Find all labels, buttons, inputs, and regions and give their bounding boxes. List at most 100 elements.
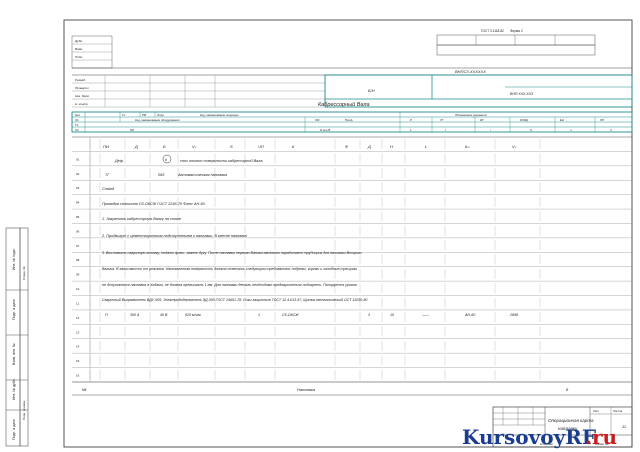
row-2-text: ТГ — [105, 173, 110, 177]
header-block: ГОСТ 3.1118-82 Форма 2 Дубл. Взам. Подл.… — [71, 29, 633, 108]
row-11-cell-9: АН-60 — [464, 313, 475, 317]
col-label-1: Д — [134, 144, 138, 149]
param-col-5: S — [530, 128, 532, 132]
row-9-text: не допускаются наплавка в Ходами, не дол… — [102, 283, 357, 287]
row-11-cell-10: 2898 — [509, 313, 518, 317]
sub-col-1: СМ — [315, 118, 320, 122]
sub-col-4: УТ — [440, 118, 444, 122]
row-number: 12 — [76, 316, 80, 320]
row-3-text: Станд — [102, 187, 114, 191]
stamp-title-1: Операционная карта — [548, 418, 594, 423]
row-number: 08 — [76, 258, 80, 262]
hdr-col-1: Уч. — [122, 113, 126, 117]
operation-grid: 01020304050607080910111213141516 — [72, 136, 632, 383]
row-number: 10 — [76, 287, 80, 291]
row-number: 15 — [76, 359, 80, 363]
param-col-1: D или В — [320, 128, 330, 132]
param-col-6: n — [570, 128, 572, 132]
row-11-cell-7: 10 — [390, 313, 394, 317]
binding-strip: Инв. № подл. Подп. и дата Взам. инв. № И… — [5, 227, 29, 447]
col-label-10: L — [425, 144, 427, 149]
row-11-cell-3: 625 м/час — [185, 313, 201, 317]
label-prover: Проверил — [75, 86, 89, 90]
stamp-sheet-label: Лист — [593, 409, 600, 413]
label-nach-buro: Нач. бюро — [75, 94, 89, 98]
param-col-7: V — [610, 128, 612, 132]
document-sheet: Инв. № подл. Подп. и дата Взам. инв. № И… — [5, 19, 633, 449]
param-col-3: t — [445, 128, 446, 132]
col-label-3: Vₙ — [192, 144, 197, 149]
row-11-cell-4: 1 — [258, 313, 260, 317]
row-5-text: 1. Закрепить кабрессорную Валку на стоке — [102, 217, 181, 221]
col-label-7: Ф — [345, 144, 349, 149]
side-label-0: Инв. № подл. — [12, 248, 16, 270]
row-11-cell-5: С5-ОКСЖ — [282, 313, 299, 317]
approval-rows: Разраб. Проверил Нач. бюро Н. контр. — [72, 75, 325, 108]
param-col-4: i — [490, 128, 491, 132]
part-name: Кабрессорный Вала — [318, 101, 370, 108]
col-label-0: ПИ — [103, 144, 109, 149]
row-number: 04 — [76, 201, 80, 205]
marker-2: О3 — [75, 128, 79, 132]
watermark-logo: KursovoyRF .ru — [462, 425, 617, 449]
row-11-cell-1: 300 А — [130, 313, 140, 317]
row-8-text: Валика. В зависимости от режимов. Наплав… — [102, 267, 358, 271]
col-label-9: Н — [390, 144, 393, 149]
sub-col-0: Код, наименование оборудования — [135, 118, 180, 122]
side-label-2: Взам. инв. № — [12, 343, 16, 365]
sub-col-8: ОП — [600, 118, 604, 122]
label-podl: Подл. — [75, 55, 83, 59]
row-number: 14 — [76, 345, 80, 349]
watermark-text-b: .ru — [585, 425, 617, 449]
row-contents: Деф 6 снос отклон поверхности кабрессорн… — [101, 154, 518, 317]
label-dubl: Дубл. — [74, 39, 83, 43]
side-label-1: Подп. и дата — [12, 299, 16, 320]
side-label-3: Инв. № дубл. — [12, 378, 16, 400]
row-number: 07 — [76, 244, 80, 248]
form-label: Форма 2 — [510, 29, 523, 33]
col-label-2: Б — [163, 144, 166, 149]
sheet-code: ВНП.ХХХ.ХХХ — [510, 92, 534, 96]
param-col-2: L — [410, 128, 412, 132]
row-number: 13 — [76, 330, 80, 334]
row-1-text: Деф — [114, 159, 124, 163]
column-header-band: Цех Уч. РМ Опер. Код, наименование опера… — [71, 111, 633, 133]
row-7-text: 3. Выставить сварочную головку, подать ф… — [102, 251, 362, 255]
marker-1: Т2 — [75, 123, 79, 127]
col-label-11: Кₘ — [465, 144, 470, 149]
part-code: Б/Н — [368, 88, 375, 93]
side-label-5: Справ. № — [22, 266, 26, 280]
row-11-cell-6: 3 — [368, 313, 370, 317]
hdr-col-4: Код, наименование операции — [200, 113, 239, 117]
hdr-col-5: Обозначение документа — [455, 113, 487, 117]
marker-0: О1 — [75, 118, 79, 122]
stamp-sheet-value: 11 — [622, 424, 626, 429]
row-number: 05 — [76, 215, 80, 219]
row-11-cell-2: 40 В — [160, 313, 168, 317]
sub-col-5: КР — [480, 118, 484, 122]
col-label-5: ЧП — [258, 144, 264, 149]
col-label-4: S — [230, 144, 233, 149]
row-2-extra: 065 — [158, 173, 165, 177]
footer-num: 8 — [566, 387, 569, 392]
row-6-text: 2. Продвигут с цементационным подступлен… — [101, 234, 248, 238]
stamp-sheets-label: Листов — [613, 409, 623, 413]
row-2-desc: Автоматическая наплавка — [177, 173, 227, 177]
side-label-6: Перв. примен. — [22, 400, 26, 420]
sub-col-3: Р — [410, 118, 412, 122]
column-labels-row: ПИ Д Б Vₙ S ЧП К Ф Д Н L Кₘ Vₙ — [103, 144, 517, 149]
row-1-circle-num: 6 — [165, 158, 167, 162]
row-11-cell-0: П — [105, 313, 108, 317]
side-label-4: Подп. и дата — [12, 419, 16, 440]
col-label-12: Vₙ — [512, 144, 517, 149]
row-number: 16 — [76, 374, 80, 378]
label-vzam: Взам. — [75, 47, 83, 51]
sub-col-6: КОИД — [520, 118, 528, 122]
col-label-8: Д — [367, 144, 371, 149]
row-1-desc: снос отклон поверхности кабрессорной Вал… — [180, 159, 263, 163]
hdr-col-2: РМ — [142, 113, 147, 117]
row-number: 02 — [76, 172, 80, 176]
sub-col-2: Проф. — [345, 118, 353, 122]
row-number: 01 — [76, 157, 80, 161]
row-4-text: Проводка сплошная С5-ОКСЖ ГОСТ 2246-70 Ф… — [102, 202, 206, 206]
